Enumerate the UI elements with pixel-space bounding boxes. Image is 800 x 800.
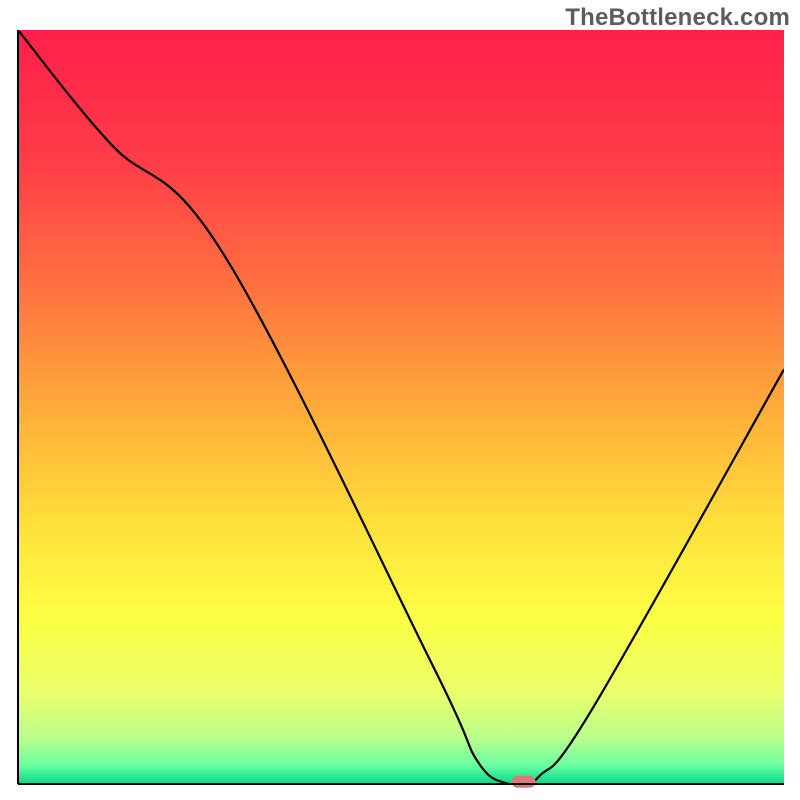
chart-container: TheBottleneck.com: [0, 0, 800, 800]
minimum-marker: [512, 776, 536, 788]
bottleneck-chart: [0, 0, 800, 800]
chart-background-gradient: [18, 30, 784, 784]
watermark-label: TheBottleneck.com: [565, 4, 790, 32]
